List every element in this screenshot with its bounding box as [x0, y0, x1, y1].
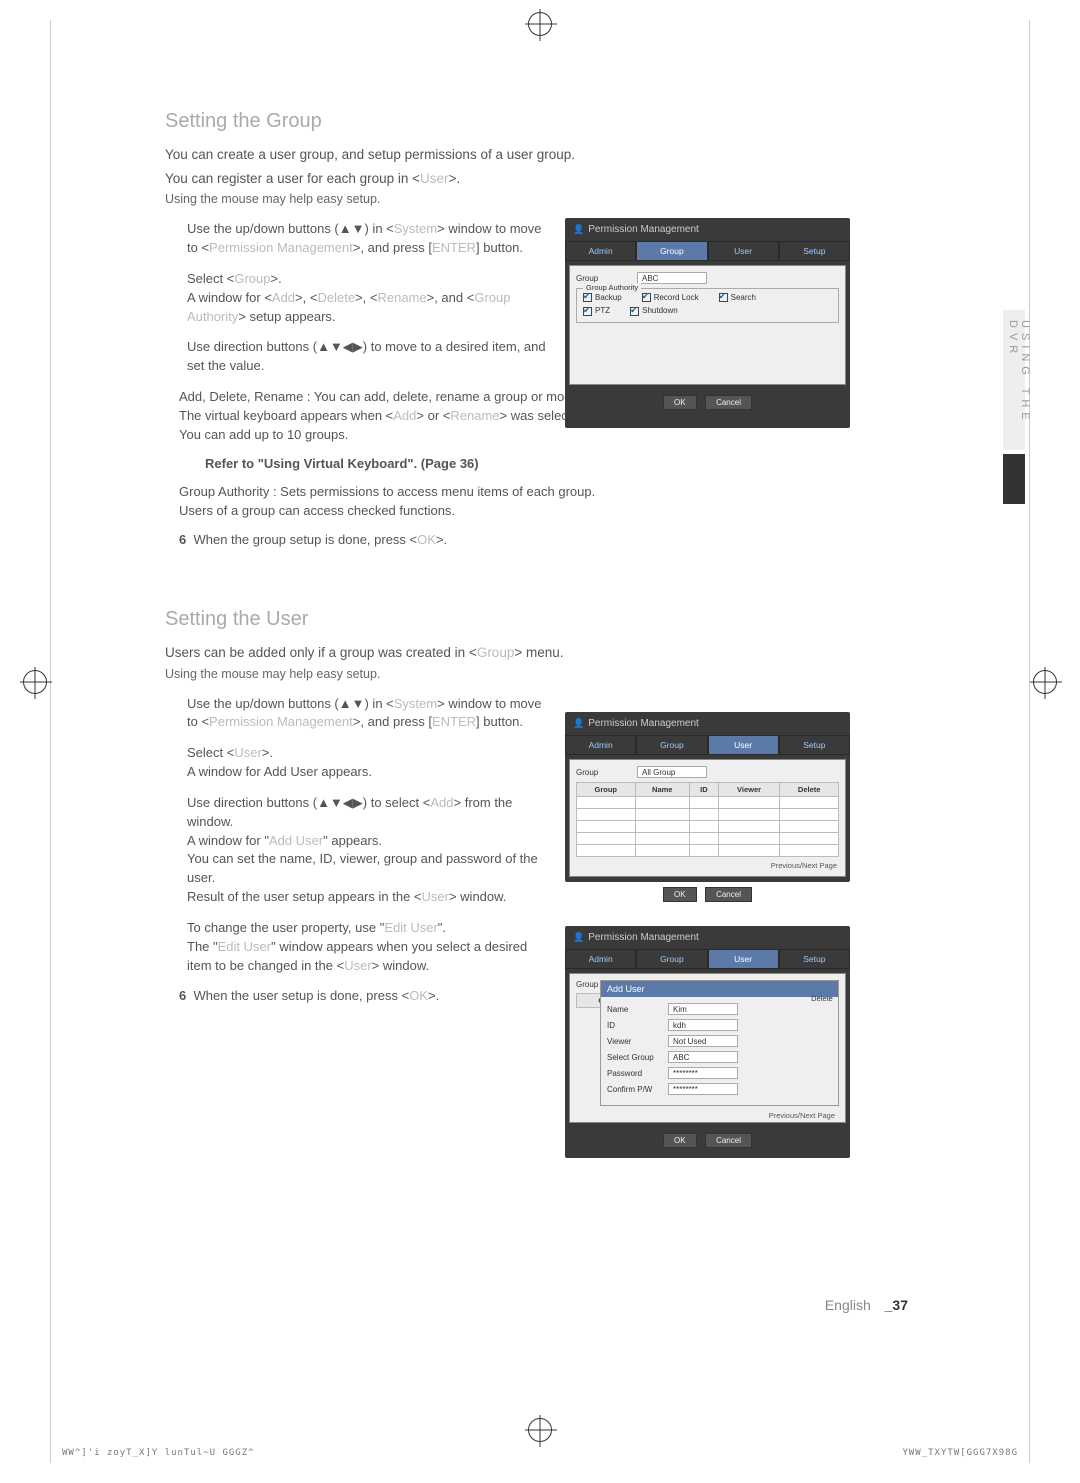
- tab-group[interactable]: Group: [636, 241, 707, 261]
- table-row[interactable]: [577, 845, 839, 857]
- cancel-button-3[interactable]: Cancel: [705, 1133, 752, 1148]
- dvr-title-1: Permission Management: [565, 218, 850, 241]
- registration-mark-left: [23, 670, 47, 694]
- footer-page: _37: [885, 1297, 908, 1313]
- dvr-body-2: Group All Group Group Name ID Viewer Del…: [569, 759, 846, 877]
- page-footer: English _37: [825, 1297, 908, 1313]
- intro-user: Users can be added only if a group was c…: [165, 643, 885, 663]
- delete-column: Delete: [805, 994, 839, 1003]
- group-field[interactable]: ABC: [637, 272, 707, 284]
- registration-mark-bottom: [528, 1418, 552, 1442]
- dvr-title-2: Permission Management: [565, 712, 850, 735]
- ustep-2: Select <User>. A window for Add User app…: [187, 744, 547, 782]
- group-label: Group: [576, 274, 631, 283]
- tab-group-2[interactable]: Group: [636, 735, 707, 755]
- tab-admin-2[interactable]: Admin: [565, 735, 636, 755]
- imprint-left: WW^]'i zoyT_X]Y lunTul~U GGGZ^: [62, 1448, 255, 1458]
- dvr-foot-1: OK Cancel: [565, 389, 850, 418]
- dvr-title-3: Permission Management: [565, 926, 850, 949]
- side-tab-label: USING THE DVR: [1003, 310, 1031, 450]
- tab-user[interactable]: User: [708, 241, 779, 261]
- ok-button[interactable]: OK: [663, 395, 697, 410]
- section-title-user: Setting the User: [165, 608, 885, 631]
- dvr-panel-group: Permission Management Admin Group User S…: [565, 218, 850, 428]
- name-field[interactable]: Kim: [668, 1003, 738, 1015]
- dvr-tabs-3: Admin Group User Setup: [565, 949, 850, 969]
- cancel-button-2[interactable]: Cancel: [705, 887, 752, 902]
- prev-next-1[interactable]: Previous/Next Page: [576, 857, 839, 870]
- ok-button-2[interactable]: OK: [663, 887, 697, 902]
- ustep-1: Use the up/down buttons (▲▼) in <System>…: [187, 695, 547, 733]
- table-row[interactable]: [577, 797, 839, 809]
- add-user-dialog: Add User NameKim IDkdh ViewerNot Used Se…: [600, 980, 839, 1106]
- tab-setup[interactable]: Setup: [779, 241, 850, 261]
- group-field-2[interactable]: All Group: [637, 766, 707, 778]
- intro-line-2: You can register a user for each group i…: [165, 169, 885, 189]
- ustep-3: Use direction buttons (▲▼◀▶) to select <…: [187, 794, 547, 907]
- imprint-right: YWW_TXYTW[GGG7X98G: [902, 1448, 1018, 1458]
- chk-ptz[interactable]: [583, 307, 592, 316]
- step-1: Use the up/down buttons (▲▼) in <System>…: [187, 220, 547, 258]
- side-tab: USING THE DVR: [1003, 310, 1025, 450]
- viewer-field[interactable]: Not Used: [668, 1035, 738, 1047]
- chk-backup[interactable]: [583, 293, 592, 302]
- mouse-tip-2: Using the mouse may help easy setup.: [165, 667, 885, 681]
- password-field[interactable]: ********: [668, 1067, 738, 1079]
- step-3: Use direction buttons (▲▼◀▶) to move to …: [187, 338, 547, 376]
- dvr-body-1: Group ABC Group Authority Backup Record …: [569, 265, 846, 385]
- registration-mark-top: [528, 12, 552, 36]
- table-row[interactable]: [577, 821, 839, 833]
- dvr-panel-user-list: Permission Management Admin Group User S…: [565, 712, 850, 882]
- dvr-foot-3: OK Cancel: [565, 1127, 850, 1156]
- dvr-panel-add-user: Permission Management Admin Group User S…: [565, 926, 850, 1158]
- group-authority-fieldset: Group Authority Backup Record Lock Searc…: [576, 288, 839, 323]
- intro-line-1: You can create a user group, and setup p…: [165, 145, 885, 165]
- chk-shutdown[interactable]: [630, 307, 639, 316]
- tab-setup-3[interactable]: Setup: [779, 949, 850, 969]
- tab-admin-3[interactable]: Admin: [565, 949, 636, 969]
- fs-legend: Group Authority: [583, 283, 641, 292]
- step-2: Select <Group>. A window for <Add>, <Del…: [187, 270, 547, 327]
- tab-admin[interactable]: Admin: [565, 241, 636, 261]
- group-label-2: Group: [576, 768, 631, 777]
- table-row[interactable]: [577, 833, 839, 845]
- tab-setup-2[interactable]: Setup: [779, 735, 850, 755]
- user-table: Group Name ID Viewer Delete: [576, 782, 839, 857]
- id-field[interactable]: kdh: [668, 1019, 738, 1031]
- mouse-tip-1: Using the mouse may help easy setup.: [165, 192, 885, 206]
- ok-button-3[interactable]: OK: [663, 1133, 697, 1148]
- side-tab-current: [1003, 454, 1025, 504]
- prev-next-2[interactable]: Previous/Next Page: [767, 1107, 837, 1120]
- chk-search[interactable]: [719, 293, 728, 302]
- step-6-group: 6 When the group setup is done, press <O…: [179, 531, 829, 550]
- chk-recordlock[interactable]: [642, 293, 651, 302]
- refer-line: Refer to "Using Virtual Keyboard". (Page…: [205, 455, 855, 474]
- dvr-tabs-1: Admin Group User Setup: [565, 241, 850, 261]
- tab-user-3[interactable]: User: [708, 949, 779, 969]
- bullet-group-authority: Group Authority : Sets permissions to ac…: [179, 483, 829, 521]
- add-user-head: Add User: [601, 981, 838, 997]
- confirm-field[interactable]: ********: [668, 1083, 738, 1095]
- table-row[interactable]: [577, 809, 839, 821]
- select-group-field[interactable]: ABC: [668, 1051, 738, 1063]
- cancel-button[interactable]: Cancel: [705, 395, 752, 410]
- ustep-4: To change the user property, use "Edit U…: [187, 919, 547, 976]
- page-frame-left: [50, 20, 51, 1463]
- dvr-tabs-2: Admin Group User Setup: [565, 735, 850, 755]
- dvr-body-3: Group Gr Add User NameKim IDkdh ViewerNo…: [569, 973, 846, 1123]
- dvr-foot-2: OK Cancel: [565, 881, 850, 910]
- footer-lang: English: [825, 1297, 871, 1313]
- tab-user-2[interactable]: User: [708, 735, 779, 755]
- section-title-group: Setting the Group: [165, 110, 885, 133]
- tab-group-3[interactable]: Group: [636, 949, 707, 969]
- registration-mark-right: [1033, 670, 1057, 694]
- page-frame-right: [1029, 20, 1030, 1463]
